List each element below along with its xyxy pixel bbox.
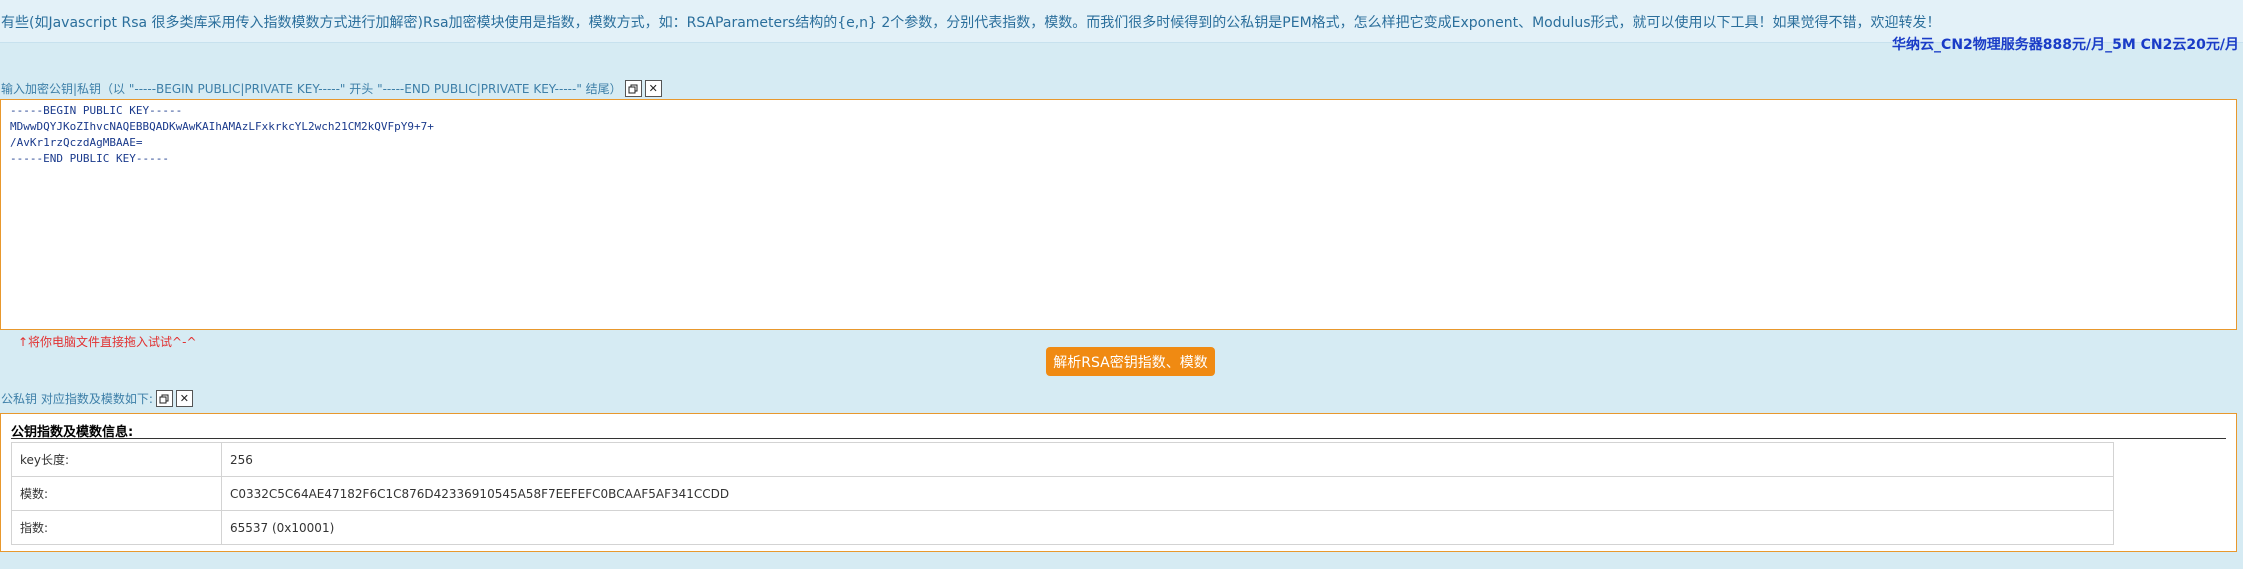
row-key: key长度: bbox=[11, 442, 222, 477]
close-icon[interactable]: ✕ bbox=[644, 80, 662, 97]
copy-icon[interactable] bbox=[624, 80, 642, 97]
table-row: 模数: C0332C5C64AE47182F6C1C876D4233691054… bbox=[11, 476, 2114, 511]
table-row: key长度: 256 bbox=[11, 442, 2114, 477]
table-row: 指数: 65537 (0x10001) bbox=[11, 510, 2114, 545]
input-label: 输入加密公钥|私钥（以 "-----BEGIN PUBLIC|PRIVATE K… bbox=[1, 82, 622, 96]
copy-icon[interactable] bbox=[155, 390, 173, 407]
row-value: 256 bbox=[221, 442, 2114, 477]
intro-text: 有些(如Javascript Rsa 很多类库采用传入指数模数方式进行加解密)R… bbox=[1, 15, 1941, 31]
row-key: 模数: bbox=[11, 476, 222, 511]
key-input-textarea[interactable]: -----BEGIN PUBLIC KEY----- MDwwDQYJKoZIh… bbox=[0, 99, 2237, 330]
divider bbox=[11, 438, 2226, 439]
result-table: key长度: 256 模数: C0332C5C64AE47182F6C1C876… bbox=[11, 442, 2114, 545]
promo-link[interactable]: 华纳云_CN2物理服务器888元/月_5M CN2云20元/月 bbox=[1892, 34, 2239, 54]
parse-rsa-button[interactable]: 解析RSA密钥指数、模数 bbox=[1046, 347, 1215, 376]
drag-hint: ↑将你电脑文件直接拖入试试^-^ bbox=[18, 335, 197, 349]
input-label-row: 输入加密公钥|私钥（以 "-----BEGIN PUBLIC|PRIVATE K… bbox=[1, 80, 662, 97]
output-label-row: 公私钥 对应指数及模数如下: ✕ bbox=[1, 390, 193, 407]
close-icon[interactable]: ✕ bbox=[175, 390, 193, 407]
row-key: 指数: bbox=[11, 510, 222, 545]
output-label: 公私钥 对应指数及模数如下: bbox=[1, 392, 153, 406]
result-panel: 公钥指数及模数信息: key长度: 256 模数: C0332C5C64AE47… bbox=[0, 413, 2237, 552]
row-value: C0332C5C64AE47182F6C1C876D42336910545A58… bbox=[221, 476, 2114, 511]
row-value: 65537 (0x10001) bbox=[221, 510, 2114, 545]
